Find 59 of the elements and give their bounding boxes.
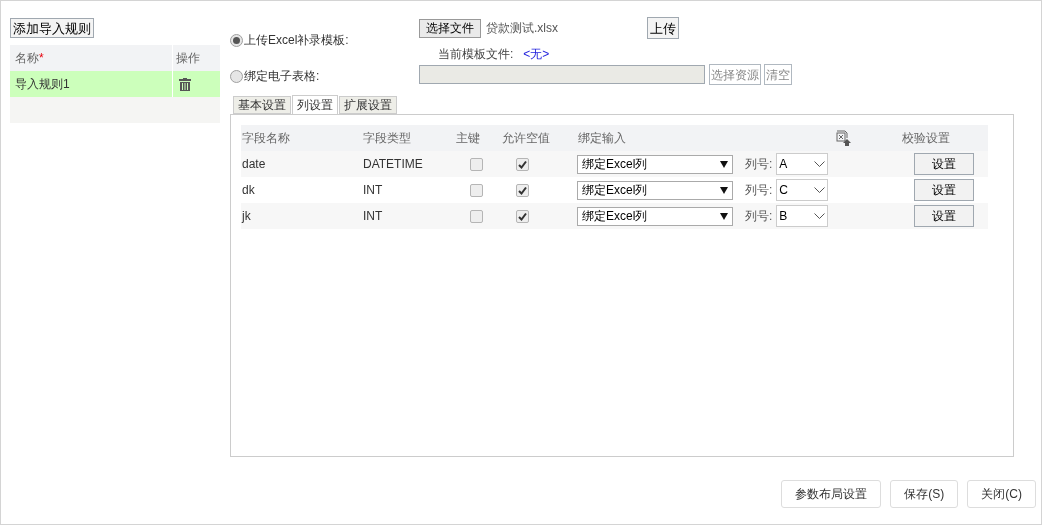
radio-label: 绑定电子表格: [244, 68, 320, 85]
table-cell-text: INT [362, 182, 384, 199]
checkbox[interactable] [516, 157, 529, 171]
checkbox[interactable] [470, 157, 483, 171]
excel-export-icon[interactable] [836, 129, 852, 147]
table-cell-text: DATETIME [362, 156, 424, 173]
binding-select[interactable]: 绑定Excel列 [577, 154, 733, 174]
checkbox[interactable] [470, 209, 483, 223]
chevron-down-icon [814, 187, 826, 193]
tab[interactable]: 基本设置 [233, 96, 291, 114]
column-select[interactable]: C [776, 179, 829, 201]
chevron-down-icon [814, 213, 826, 219]
column-header: 绑定输入 [577, 130, 627, 147]
column-header: 字段名称 [241, 130, 291, 147]
file-name: 贷款测试.xlsx [486, 20, 559, 37]
column-select[interactable]: A [776, 153, 829, 175]
tab[interactable]: 列设置 [292, 95, 338, 115]
column-header: 校验设置 [902, 130, 950, 147]
radio-button[interactable] [230, 33, 243, 47]
column-header: 主键 [455, 130, 481, 147]
template-value: <无> [523, 46, 550, 63]
table-cell-text: date [241, 156, 267, 173]
rule-row[interactable]: 导入规则1 [10, 71, 220, 97]
validate-settings-button[interactable]: 设置 [914, 179, 975, 201]
binding-select[interactable]: 绑定Excel列 [577, 180, 733, 200]
checkbox[interactable] [516, 209, 529, 223]
column-header: 允许空值 [501, 130, 551, 147]
trash-icon[interactable] [179, 77, 191, 91]
binding-select[interactable]: 绑定Excel列 [577, 206, 733, 226]
clear-button[interactable]: 清空 [764, 64, 792, 85]
column-number-label: 列号: [745, 156, 773, 173]
chevron-down-icon [814, 161, 826, 167]
add-rule-button[interactable]: 添加导入规则 [10, 18, 94, 38]
dropdown-arrow-icon [720, 186, 728, 194]
choose-file-button[interactable]: 选择文件 [419, 18, 481, 38]
column-header: 字段类型 [362, 130, 412, 147]
table-cell-text: dk [241, 182, 256, 199]
dropdown-arrow-icon [720, 160, 728, 168]
validate-settings-button[interactable]: 设置 [914, 153, 975, 175]
column-number-label: 列号: [745, 208, 773, 225]
table-cell-text: INT [362, 208, 384, 225]
select-resource-button[interactable]: 选择资源 [709, 64, 761, 85]
upload-button[interactable]: 上传 [647, 17, 679, 39]
radio-label: 上传Excel补录模板: [244, 32, 349, 49]
template-label: 当前模板文件: [438, 46, 514, 63]
column-header: 名称* [14, 50, 45, 67]
dropdown-arrow-icon [720, 212, 728, 220]
tab[interactable]: 扩展设置 [339, 96, 397, 114]
column-select[interactable]: B [776, 205, 829, 227]
footer-button[interactable]: 参数布局设置 [781, 480, 882, 508]
rule-name: 导入规则1 [14, 76, 71, 93]
footer-button[interactable]: 保存(S) [890, 480, 959, 508]
checkbox[interactable] [470, 183, 483, 197]
validate-settings-button[interactable]: 设置 [914, 205, 975, 227]
radio-button[interactable] [230, 69, 243, 83]
column-number-label: 列号: [745, 182, 773, 199]
footer-button[interactable]: 关闭(C) [967, 480, 1036, 508]
table-cell-text: jk [241, 208, 252, 225]
checkbox[interactable] [516, 183, 529, 197]
